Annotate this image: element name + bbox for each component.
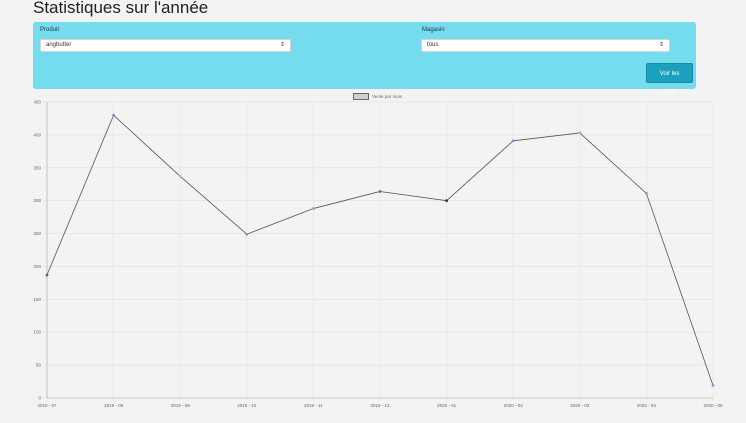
x-tick-label: 2019 - 07	[37, 403, 57, 408]
y-tick-label: 200	[33, 264, 41, 269]
y-tick-label: 250	[33, 231, 41, 236]
data-point	[445, 199, 448, 203]
x-tick-label: 2019 - 11	[304, 403, 323, 408]
x-tick-label: 2020 - 01	[437, 403, 457, 408]
x-tick-label: 2019 - 08	[104, 403, 124, 408]
x-tick-label: 2019 - 12	[370, 403, 390, 408]
chart-grid	[43, 101, 714, 401]
y-tick-label: 300	[33, 198, 41, 203]
line-chart: 0 50 100 150 200 250 300 350 400 450 2019 - 07 2019…	[33, 100, 723, 409]
data-point	[578, 131, 582, 135]
y-tick-label: 450	[33, 100, 41, 105]
y-tick-label: 350	[33, 165, 41, 170]
data-point	[645, 192, 648, 195]
data-point	[312, 207, 315, 210]
y-tick-label: 150	[33, 297, 41, 302]
y-tick-label: 400	[33, 132, 41, 137]
x-tick-label: 2020 - 03	[570, 403, 590, 408]
data-point	[178, 174, 182, 178]
data-point	[511, 139, 515, 143]
y-tick-label: 100	[33, 330, 41, 335]
data-point	[245, 232, 249, 236]
data-point	[45, 273, 49, 277]
x-tick-label: 2020 - 04	[637, 403, 657, 408]
x-tick-label: 2020 - 02	[504, 403, 524, 408]
x-tick-label: 2020 - 05	[703, 403, 723, 408]
data-point	[112, 113, 115, 117]
x-tick-label: 2019 - 09	[171, 403, 191, 408]
y-tick-label: 0	[38, 396, 41, 401]
data-point	[711, 384, 715, 387]
chart-axes: 0 50 100 150 200 250 300 350 400 450 2019 - 07 2019…	[33, 100, 723, 409]
data-point	[378, 190, 382, 193]
x-tick-label: 2019 - 10	[237, 403, 257, 408]
y-tick-label: 50	[36, 363, 42, 368]
